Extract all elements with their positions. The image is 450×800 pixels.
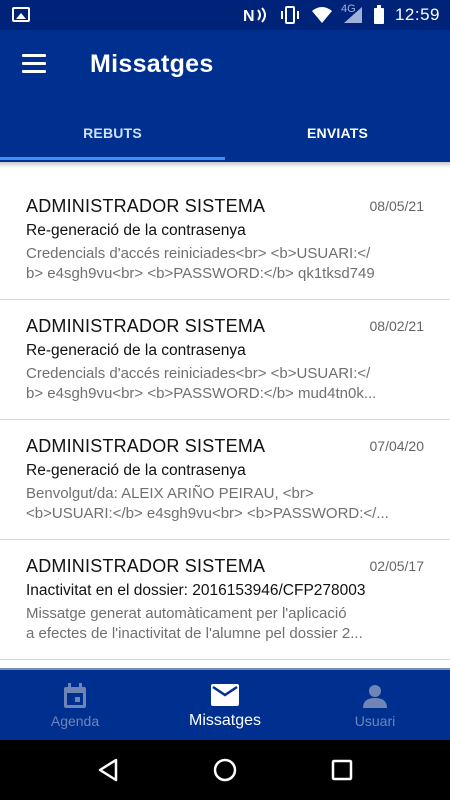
tab-shadow (0, 162, 450, 168)
message-item[interactable]: ADMINISTRADOR SISTEMA 02/05/17 Inactivit… (0, 540, 450, 660)
tab-label: REBUTS (83, 125, 142, 141)
nav-label: Missatges (188, 712, 262, 729)
nav-usuari[interactable]: Usuari (300, 670, 450, 740)
message-sender: ADMINISTRADOR SISTEMA (26, 196, 266, 216)
message-preview: Missatge generat automàticament per l'ap… (26, 604, 424, 644)
message-subject: Inactivitat en el dossier: 2016153946/CF… (26, 582, 366, 599)
message-preview-line: b> e4sgh9vu<br> <b>PASSWORD:</b> qk1tksd… (26, 265, 375, 282)
status-bar: N 4G 12:59 (0, 0, 450, 30)
recents-icon[interactable] (317, 745, 367, 795)
message-preview-line: a efectes de l'inactivitat de l'alumne p… (26, 625, 363, 642)
tab-rebuts[interactable]: REBUTS (0, 104, 225, 162)
bottom-navigation: Agenda Missatges Usuari (0, 668, 450, 740)
message-subject: Re-generació de la contrasenya (26, 342, 246, 359)
message-preview: Credencials d'accés reiniciades<br> <b>U… (26, 364, 424, 404)
message-list[interactable]: ADMINISTRADOR SISTEMA 08/05/21 Re-genera… (0, 180, 450, 668)
status-icons: N 4G 12:59 (243, 0, 440, 30)
message-sender: ADMINISTRADOR SISTEMA (26, 316, 266, 336)
message-preview-line: b> e4sgh9vu<br> <b>PASSWORD:</b> mud4tn0… (26, 385, 377, 402)
page-title: Missatges (90, 50, 214, 78)
nav-label: Usuari (354, 713, 396, 729)
message-preview-line: Credencials d'accés reiniciades<br> <b>U… (26, 245, 371, 262)
network-type: 4G (340, 3, 356, 15)
clock: 12:59 (394, 5, 440, 24)
tab-label: ENVIATS (306, 125, 369, 141)
battery-icon (373, 0, 385, 30)
tab-enviats[interactable]: ENVIATS (225, 104, 450, 162)
svg-text:N: N (243, 8, 255, 24)
hamburger-menu-icon[interactable] (22, 54, 48, 76)
message-date: 02/05/17 (369, 558, 425, 574)
message-item[interactable]: ADMINISTRADOR SISTEMA 08/02/21 Re-genera… (0, 300, 450, 420)
message-sender: ADMINISTRADOR SISTEMA (26, 436, 266, 456)
message-preview-line: Missatge generat automàticament per l'ap… (26, 605, 347, 622)
tab-bar: REBUTS ENVIATS (0, 104, 450, 162)
home-icon[interactable] (200, 745, 250, 795)
message-preview-line: Benvolgut/da: ALEIX ARIÑO PEIRAU, <br> (26, 485, 314, 502)
message-preview-line: Credencials d'accés reiniciades<br> <b>U… (26, 365, 371, 382)
message-preview: Credencials d'accés reiniciades<br> <b>U… (26, 244, 424, 284)
message-date: 08/05/21 (369, 198, 425, 214)
message-preview-line: <b>USUARI:</b> e4sgh9vu<br> <b>PASSWORD:… (26, 505, 389, 522)
nav-label: Agenda (50, 713, 100, 729)
message-subject: Re-generació de la contrasenya (26, 222, 246, 239)
message-date: 08/02/21 (369, 318, 425, 334)
app-bar: Missatges (0, 30, 450, 104)
wifi-icon (311, 0, 333, 30)
message-subject: Re-generació de la contrasenya (26, 462, 246, 479)
person-icon (363, 681, 387, 711)
back-icon[interactable] (83, 745, 133, 795)
nav-missatges[interactable]: Missatges (150, 670, 300, 740)
vibrate-icon (279, 0, 301, 30)
image-icon (12, 7, 30, 22)
message-date: 07/04/20 (369, 438, 425, 454)
signal-icon: 4G (340, 0, 363, 30)
message-sender: ADMINISTRADOR SISTEMA (26, 556, 266, 576)
mail-icon (211, 680, 239, 710)
system-navigation-bar (0, 740, 450, 800)
nfc-icon: N (243, 0, 269, 30)
tab-indicator (0, 157, 225, 160)
message-item[interactable]: ADMINISTRADOR SISTEMA 07/04/20 Re-genera… (0, 420, 450, 540)
message-item[interactable]: ADMINISTRADOR SISTEMA 08/05/21 Re-genera… (0, 180, 450, 300)
nav-agenda[interactable]: Agenda (0, 670, 150, 740)
calendar-icon (63, 681, 87, 711)
message-preview: Benvolgut/da: ALEIX ARIÑO PEIRAU, <br> <… (26, 484, 424, 524)
